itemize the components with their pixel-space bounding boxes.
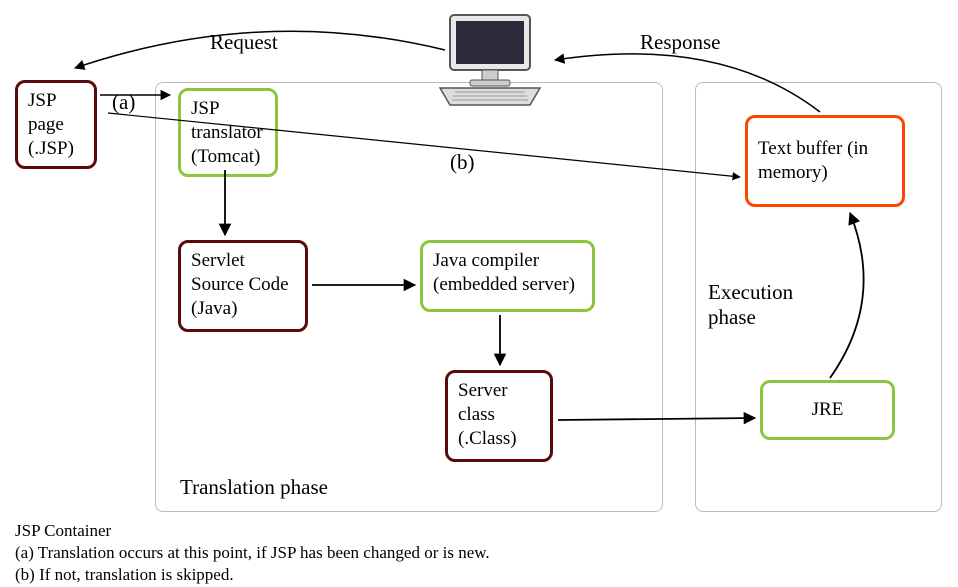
computer-icon	[430, 10, 550, 116]
footer-note-b: (b) If not, translation is skipped.	[15, 564, 490, 586]
label-a: (a)	[112, 90, 135, 115]
footer-notes: JSP Container (a) Translation occurs at …	[15, 520, 490, 586]
server-class-text: Server class (.Class)	[458, 380, 517, 449]
response-label: Response	[640, 30, 721, 55]
translation-phase-text: Translation phase	[180, 475, 328, 499]
execution-phase-label: Execution phase	[708, 280, 808, 330]
footer-container: JSP Container	[15, 520, 490, 542]
jre-text: JRE	[812, 398, 844, 422]
jsp-page-text: JSP page (.JSP)	[28, 90, 74, 159]
java-compiler-box: Java compiler (embedded server)	[420, 240, 595, 312]
server-class-box: Server class (.Class)	[445, 370, 553, 462]
execution-phase-text: Execution phase	[708, 280, 793, 329]
text-buffer-box: Text buffer (in memory)	[745, 115, 905, 207]
footer-note-a: (a) Translation occurs at this point, if…	[15, 542, 490, 564]
servlet-source-box: Servlet Source Code (Java)	[178, 240, 308, 332]
label-b: (b)	[450, 150, 475, 175]
jre-box: JRE	[760, 380, 895, 440]
java-compiler-text: Java compiler (embedded server)	[433, 250, 575, 295]
request-label: Request	[210, 30, 278, 55]
jsp-translator-text: JSP translator (Tomcat)	[191, 98, 263, 167]
servlet-source-text: Servlet Source Code (Java)	[191, 250, 289, 319]
jsp-translator-box: JSP translator (Tomcat)	[178, 88, 278, 177]
translation-phase-label: Translation phase	[180, 475, 328, 500]
response-text: Response	[640, 30, 721, 54]
label-b-text: (b)	[450, 150, 475, 174]
text-buffer-text: Text buffer (in memory)	[758, 137, 892, 185]
label-a-text: (a)	[112, 90, 135, 114]
jsp-page-box: JSP page (.JSP)	[15, 80, 97, 169]
request-text: Request	[210, 30, 278, 54]
